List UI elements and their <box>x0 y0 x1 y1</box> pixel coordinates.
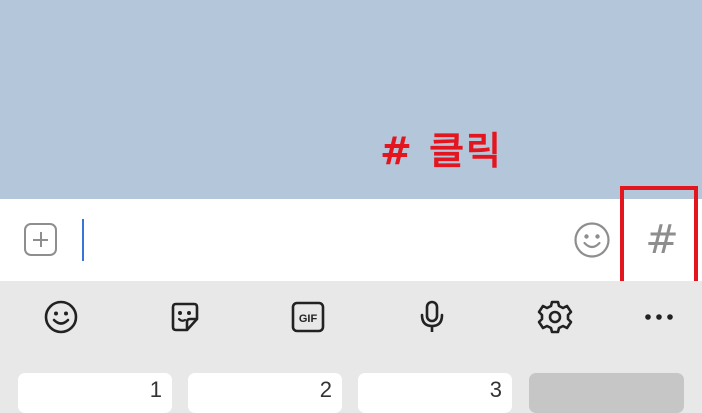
hashtag-highlight-box <box>620 186 698 291</box>
microphone-icon[interactable] <box>414 299 450 335</box>
gif-icon[interactable]: GIF <box>290 299 326 335</box>
text-cursor <box>82 219 84 261</box>
message-input[interactable] <box>90 213 564 269</box>
key-1[interactable]: 1 <box>18 373 172 413</box>
key-label: 2 <box>319 377 332 402</box>
plus-square-icon[interactable] <box>24 223 57 256</box>
key-backspace[interactable] <box>529 373 684 413</box>
emoji-icon[interactable] <box>43 299 79 335</box>
key-3[interactable]: 3 <box>358 373 512 413</box>
key-2[interactable]: 2 <box>188 373 342 413</box>
key-label: 3 <box>489 377 502 402</box>
keyboard-keys: 1 2 3 <box>0 353 702 413</box>
click-annotation: # 클릭 <box>380 129 503 173</box>
chat-background <box>0 0 702 199</box>
settings-gear-icon[interactable] <box>537 299 573 335</box>
gif-label: GIF <box>299 313 318 325</box>
message-input-bar: # <box>0 199 702 281</box>
more-icon[interactable] <box>641 299 677 335</box>
sticker-icon[interactable] <box>167 299 203 335</box>
smiley-icon[interactable] <box>573 221 611 259</box>
key-label: 1 <box>149 377 162 402</box>
keyboard-toolbar: GIF <box>0 281 702 353</box>
